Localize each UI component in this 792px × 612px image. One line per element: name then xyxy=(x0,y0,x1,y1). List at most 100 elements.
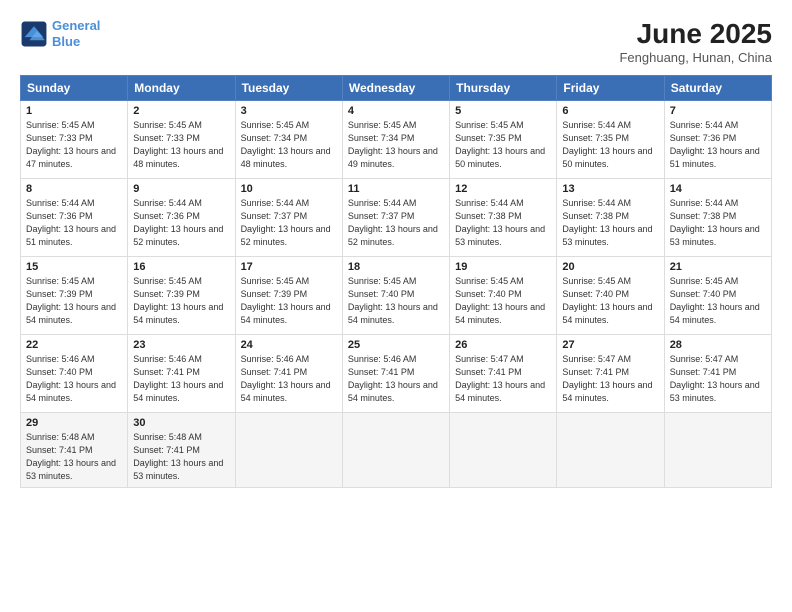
day-number: 26 xyxy=(455,339,551,351)
day-info: Sunrise: 5:45 AMSunset: 7:39 PMDaylight:… xyxy=(133,275,229,327)
day-number: 20 xyxy=(562,261,658,273)
empty-cell xyxy=(664,413,771,488)
day-info: Sunrise: 5:45 AMSunset: 7:35 PMDaylight:… xyxy=(455,119,551,171)
empty-cell xyxy=(342,413,449,488)
day-info: Sunrise: 5:47 AMSunset: 7:41 PMDaylight:… xyxy=(562,353,658,405)
week-row: 22 Sunrise: 5:46 AMSunset: 7:40 PMDaylig… xyxy=(21,335,772,413)
calendar-header-row: Sunday Monday Tuesday Wednesday Thursday… xyxy=(21,76,772,101)
col-sunday: Sunday xyxy=(21,76,128,101)
logo: General Blue xyxy=(20,18,100,49)
empty-cell xyxy=(557,413,664,488)
table-row: 4 Sunrise: 5:45 AMSunset: 7:34 PMDayligh… xyxy=(342,101,449,179)
day-number: 1 xyxy=(26,105,122,117)
day-info: Sunrise: 5:44 AMSunset: 7:36 PMDaylight:… xyxy=(26,197,122,249)
table-row: 15 Sunrise: 5:45 AMSunset: 7:39 PMDaylig… xyxy=(21,257,128,335)
day-info: Sunrise: 5:44 AMSunset: 7:37 PMDaylight:… xyxy=(348,197,444,249)
table-row: 19 Sunrise: 5:45 AMSunset: 7:40 PMDaylig… xyxy=(450,257,557,335)
day-info: Sunrise: 5:45 AMSunset: 7:33 PMDaylight:… xyxy=(26,119,122,171)
day-info: Sunrise: 5:48 AMSunset: 7:41 PMDaylight:… xyxy=(26,431,122,483)
day-info: Sunrise: 5:44 AMSunset: 7:36 PMDaylight:… xyxy=(133,197,229,249)
day-number: 9 xyxy=(133,183,229,195)
table-row: 7 Sunrise: 5:44 AMSunset: 7:36 PMDayligh… xyxy=(664,101,771,179)
col-wednesday: Wednesday xyxy=(342,76,449,101)
day-number: 21 xyxy=(670,261,766,273)
day-info: Sunrise: 5:47 AMSunset: 7:41 PMDaylight:… xyxy=(670,353,766,405)
day-info: Sunrise: 5:44 AMSunset: 7:37 PMDaylight:… xyxy=(241,197,337,249)
day-number: 12 xyxy=(455,183,551,195)
calendar: Sunday Monday Tuesday Wednesday Thursday… xyxy=(20,75,772,488)
col-tuesday: Tuesday xyxy=(235,76,342,101)
table-row: 20 Sunrise: 5:45 AMSunset: 7:40 PMDaylig… xyxy=(557,257,664,335)
day-info: Sunrise: 5:46 AMSunset: 7:41 PMDaylight:… xyxy=(348,353,444,405)
day-info: Sunrise: 5:45 AMSunset: 7:39 PMDaylight:… xyxy=(26,275,122,327)
table-row: 28 Sunrise: 5:47 AMSunset: 7:41 PMDaylig… xyxy=(664,335,771,413)
day-info: Sunrise: 5:44 AMSunset: 7:36 PMDaylight:… xyxy=(670,119,766,171)
table-row: 23 Sunrise: 5:46 AMSunset: 7:41 PMDaylig… xyxy=(128,335,235,413)
title-block: June 2025 Fenghuang, Hunan, China xyxy=(619,18,772,65)
logo-line1: General xyxy=(52,18,100,33)
day-info: Sunrise: 5:44 AMSunset: 7:35 PMDaylight:… xyxy=(562,119,658,171)
day-info: Sunrise: 5:44 AMSunset: 7:38 PMDaylight:… xyxy=(670,197,766,249)
table-row: 14 Sunrise: 5:44 AMSunset: 7:38 PMDaylig… xyxy=(664,179,771,257)
table-row: 13 Sunrise: 5:44 AMSunset: 7:38 PMDaylig… xyxy=(557,179,664,257)
table-row: 6 Sunrise: 5:44 AMSunset: 7:35 PMDayligh… xyxy=(557,101,664,179)
day-info: Sunrise: 5:44 AMSunset: 7:38 PMDaylight:… xyxy=(455,197,551,249)
day-number: 13 xyxy=(562,183,658,195)
table-row: 22 Sunrise: 5:46 AMSunset: 7:40 PMDaylig… xyxy=(21,335,128,413)
table-row: 12 Sunrise: 5:44 AMSunset: 7:38 PMDaylig… xyxy=(450,179,557,257)
day-number: 23 xyxy=(133,339,229,351)
col-thursday: Thursday xyxy=(450,76,557,101)
day-number: 11 xyxy=(348,183,444,195)
subtitle: Fenghuang, Hunan, China xyxy=(619,50,772,65)
table-row: 26 Sunrise: 5:47 AMSunset: 7:41 PMDaylig… xyxy=(450,335,557,413)
day-info: Sunrise: 5:45 AMSunset: 7:40 PMDaylight:… xyxy=(455,275,551,327)
week-row: 15 Sunrise: 5:45 AMSunset: 7:39 PMDaylig… xyxy=(21,257,772,335)
day-number: 17 xyxy=(241,261,337,273)
col-friday: Friday xyxy=(557,76,664,101)
day-number: 4 xyxy=(348,105,444,117)
table-row: 17 Sunrise: 5:45 AMSunset: 7:39 PMDaylig… xyxy=(235,257,342,335)
table-row: 8 Sunrise: 5:44 AMSunset: 7:36 PMDayligh… xyxy=(21,179,128,257)
logo-icon xyxy=(20,20,48,48)
week-row: 1 Sunrise: 5:45 AMSunset: 7:33 PMDayligh… xyxy=(21,101,772,179)
table-row: 29 Sunrise: 5:48 AMSunset: 7:41 PMDaylig… xyxy=(21,413,128,488)
day-number: 15 xyxy=(26,261,122,273)
table-row: 11 Sunrise: 5:44 AMSunset: 7:37 PMDaylig… xyxy=(342,179,449,257)
day-number: 22 xyxy=(26,339,122,351)
day-number: 30 xyxy=(133,417,229,429)
day-info: Sunrise: 5:45 AMSunset: 7:40 PMDaylight:… xyxy=(348,275,444,327)
day-info: Sunrise: 5:44 AMSunset: 7:38 PMDaylight:… xyxy=(562,197,658,249)
table-row: 30 Sunrise: 5:48 AMSunset: 7:41 PMDaylig… xyxy=(128,413,235,488)
table-row: 25 Sunrise: 5:46 AMSunset: 7:41 PMDaylig… xyxy=(342,335,449,413)
day-number: 25 xyxy=(348,339,444,351)
empty-cell xyxy=(235,413,342,488)
day-info: Sunrise: 5:45 AMSunset: 7:34 PMDaylight:… xyxy=(241,119,337,171)
day-info: Sunrise: 5:45 AMSunset: 7:33 PMDaylight:… xyxy=(133,119,229,171)
table-row: 10 Sunrise: 5:44 AMSunset: 7:37 PMDaylig… xyxy=(235,179,342,257)
day-number: 16 xyxy=(133,261,229,273)
day-number: 18 xyxy=(348,261,444,273)
table-row: 3 Sunrise: 5:45 AMSunset: 7:34 PMDayligh… xyxy=(235,101,342,179)
table-row: 21 Sunrise: 5:45 AMSunset: 7:40 PMDaylig… xyxy=(664,257,771,335)
day-info: Sunrise: 5:45 AMSunset: 7:34 PMDaylight:… xyxy=(348,119,444,171)
table-row: 18 Sunrise: 5:45 AMSunset: 7:40 PMDaylig… xyxy=(342,257,449,335)
day-info: Sunrise: 5:46 AMSunset: 7:41 PMDaylight:… xyxy=(241,353,337,405)
table-row: 2 Sunrise: 5:45 AMSunset: 7:33 PMDayligh… xyxy=(128,101,235,179)
table-row: 1 Sunrise: 5:45 AMSunset: 7:33 PMDayligh… xyxy=(21,101,128,179)
logo-line2: Blue xyxy=(52,34,80,49)
day-info: Sunrise: 5:45 AMSunset: 7:40 PMDaylight:… xyxy=(670,275,766,327)
table-row: 24 Sunrise: 5:46 AMSunset: 7:41 PMDaylig… xyxy=(235,335,342,413)
day-number: 24 xyxy=(241,339,337,351)
page: General Blue June 2025 Fenghuang, Hunan,… xyxy=(0,0,792,612)
table-row: 9 Sunrise: 5:44 AMSunset: 7:36 PMDayligh… xyxy=(128,179,235,257)
empty-cell xyxy=(450,413,557,488)
week-row: 8 Sunrise: 5:44 AMSunset: 7:36 PMDayligh… xyxy=(21,179,772,257)
table-row: 27 Sunrise: 5:47 AMSunset: 7:41 PMDaylig… xyxy=(557,335,664,413)
col-saturday: Saturday xyxy=(664,76,771,101)
day-number: 5 xyxy=(455,105,551,117)
main-title: June 2025 xyxy=(619,18,772,50)
day-info: Sunrise: 5:45 AMSunset: 7:39 PMDaylight:… xyxy=(241,275,337,327)
day-info: Sunrise: 5:46 AMSunset: 7:40 PMDaylight:… xyxy=(26,353,122,405)
day-number: 14 xyxy=(670,183,766,195)
day-number: 10 xyxy=(241,183,337,195)
